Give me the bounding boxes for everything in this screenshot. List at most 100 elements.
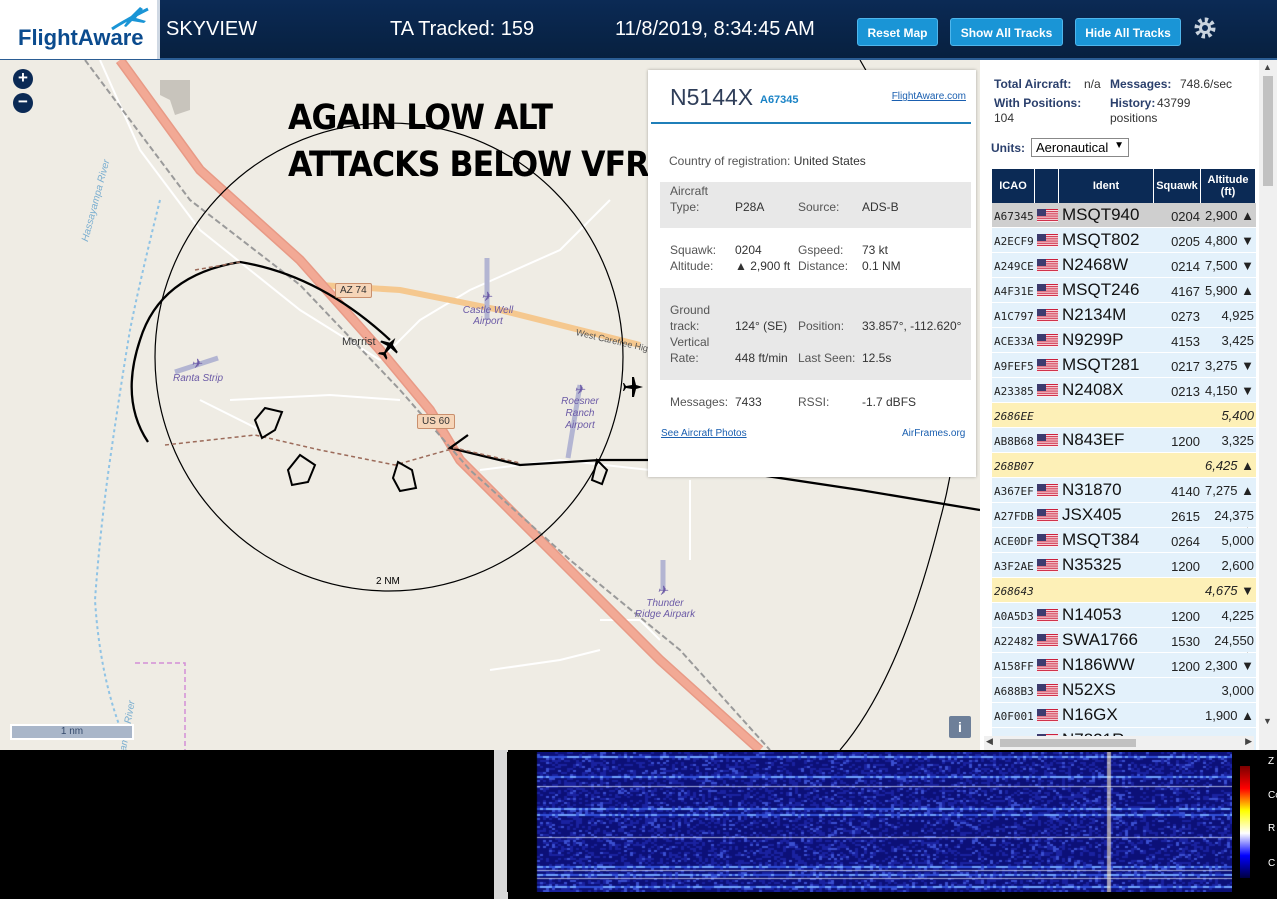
units-select[interactable]: Aeronautical ▼ xyxy=(1031,138,1129,157)
cell-icao: A22482 xyxy=(994,635,1034,648)
cell-squawk: 1200 xyxy=(1171,559,1200,574)
road-label-us60: US 60 xyxy=(417,414,455,429)
col-header-squawk[interactable]: Squawk xyxy=(1154,169,1201,203)
squawk-value: 0204 xyxy=(735,243,762,257)
rssi-label: RSSI: xyxy=(798,395,830,409)
aircraft-type-label: Type: xyxy=(670,200,700,214)
cell-altitude: 7,275 ▲ xyxy=(1204,483,1254,498)
us-flag-icon xyxy=(1037,509,1058,522)
horizontal-scrollbar[interactable]: ◀ ▶ xyxy=(984,736,1254,750)
vertical-scrollbar[interactable]: ▲ ▼ xyxy=(1259,60,1277,750)
cell-icao: A23385 xyxy=(994,385,1034,398)
scroll-right-icon[interactable]: ▶ xyxy=(1245,736,1252,747)
col-header-altitude-unit: (ft) xyxy=(1220,186,1236,198)
scroll-up-icon[interactable]: ▲ xyxy=(1263,62,1272,72)
flightaware-logo[interactable]: FlightAware xyxy=(0,0,160,59)
table-row[interactable]: AB8B68 N843EF 1200 3,325 xyxy=(992,428,1256,453)
waterfall-side-label: Z xyxy=(1268,756,1275,767)
hide-all-tracks-button[interactable]: Hide All Tracks xyxy=(1075,18,1181,46)
cell-icao: 268B07 xyxy=(994,460,1034,473)
col-header-ident[interactable]: Ident xyxy=(1059,169,1154,203)
table-row[interactable]: A249CE N2468W 0214 7,500 ▼ xyxy=(992,253,1256,278)
position-label: Position: xyxy=(798,319,845,333)
zoom-in-button[interactable]: + xyxy=(13,69,33,89)
messages-rate: 748.6/sec xyxy=(1180,77,1233,91)
cell-icao: 2686EE xyxy=(994,410,1034,423)
table-row[interactable]: A23385 N2408X 0213 4,150 ▼ xyxy=(992,378,1256,403)
cell-altitude: 5,400 xyxy=(1221,408,1254,423)
selected-aircraft-icon[interactable] xyxy=(378,334,400,360)
us-flag-icon xyxy=(1037,259,1058,272)
cell-altitude: 4,925 xyxy=(1221,308,1254,323)
country-value: United States xyxy=(793,154,866,168)
table-row[interactable]: A67345 MSQT940 0204 2,900 ▲ xyxy=(992,203,1256,228)
spectrum-waterfall xyxy=(507,752,1232,892)
table-row[interactable]: ACE0DF MSQT384 0264 5,000 xyxy=(992,528,1256,553)
show-all-tracks-button[interactable]: Show All Tracks xyxy=(950,18,1063,46)
table-row[interactable]: A0F001 N16GX 1,900 ▲ xyxy=(992,703,1256,728)
scrollbar-thumb[interactable] xyxy=(1263,76,1273,186)
table-row[interactable]: ACE33A N9299P 4153 3,425 xyxy=(992,328,1256,353)
info-button[interactable]: i xyxy=(949,716,971,738)
table-row[interactable]: A158FF N186WW 1200 2,300 ▼ xyxy=(992,653,1256,678)
us-flag-icon xyxy=(1037,684,1058,697)
cell-icao: 268643 xyxy=(994,585,1034,598)
cell-ident: SWA1766 xyxy=(1062,630,1138,649)
popup-ident: N5144X xyxy=(670,84,754,110)
scrollbar-thumb[interactable] xyxy=(1000,739,1136,747)
table-row[interactable]: A27FDBJSX405261524,375 ▲ xyxy=(992,503,1256,538)
reset-map-button[interactable]: Reset Map xyxy=(857,18,938,46)
aircraft-icon[interactable] xyxy=(622,376,644,398)
table-row[interactable]: A9FEF5 MSQT281 0217 3,275 ▼ xyxy=(992,353,1256,378)
waterfall-canvas xyxy=(507,752,1232,892)
panel-divider xyxy=(494,750,508,899)
place-label-line: Thunder xyxy=(646,598,684,609)
cell-ident: N52XS xyxy=(1062,680,1116,699)
scroll-left-icon[interactable]: ◀ xyxy=(986,736,993,747)
vrate-label: Vertical xyxy=(670,335,710,349)
cell-altitude: 1,900 ▲ xyxy=(1204,708,1254,723)
scroll-down-icon[interactable]: ▼ xyxy=(1263,716,1272,726)
table-row[interactable]: A2ECF9 MSQT802 0205 4,800 ▼ xyxy=(992,228,1256,253)
table-row[interactable]: A3F2AE N35325 1200 2,600 xyxy=(992,553,1256,578)
table-row[interactable]: A688B3 N52XS 3,000 xyxy=(992,678,1256,703)
units-label: Units: xyxy=(991,141,1025,155)
gear-icon[interactable] xyxy=(1192,15,1218,41)
cell-ident: MSQT802 xyxy=(1062,230,1140,249)
cell-icao: ACE33A xyxy=(994,335,1034,348)
cell-icao: A9FEF5 xyxy=(994,360,1034,373)
position-value: 33.857°, -112.620° xyxy=(862,319,962,333)
cell-squawk: 1200 xyxy=(1171,659,1200,674)
col-header-icao[interactable]: ICAO xyxy=(992,169,1035,203)
cell-ident: N2468W xyxy=(1062,255,1129,274)
cell-icao: A3F2AE xyxy=(994,560,1034,573)
cell-ident: N9299P xyxy=(1062,330,1124,349)
flightaware-link[interactable]: FlightAware.com xyxy=(892,91,966,102)
col-header-flag[interactable] xyxy=(1035,169,1059,203)
cell-ident: MSQT940 xyxy=(1062,205,1140,224)
zoom-out-button[interactable]: − xyxy=(13,93,33,113)
us-flag-icon xyxy=(1037,534,1058,547)
cell-altitude: 6,425 ▲ xyxy=(1204,458,1254,473)
cell-ident: N16GX xyxy=(1062,705,1118,724)
aircraft-photos-link[interactable]: See Aircraft Photos xyxy=(661,428,747,439)
waterfall-side-label: Co xyxy=(1268,790,1277,801)
top-bar: FlightAware SKYVIEW TA Tracked: 159 11/8… xyxy=(0,0,1277,60)
table-row[interactable]: 268B07 6,425 ▲ xyxy=(992,453,1256,478)
table-row[interactable]: A4F31E MSQT246 4167 5,900 ▲ xyxy=(992,278,1256,303)
cell-altitude: 3,325 xyxy=(1221,433,1254,448)
table-row[interactable]: 268643 4,675 ▼ xyxy=(992,578,1256,603)
table-row[interactable]: A1C797 N2134M 0273 4,925 xyxy=(992,303,1256,328)
cell-ident: N2408X xyxy=(1062,380,1124,399)
total-aircraft-label: Total Aircraft: xyxy=(994,77,1072,91)
cell-altitude: 4,150 ▼ xyxy=(1204,383,1254,398)
waterfall-side-label: R xyxy=(1268,823,1276,834)
table-row[interactable]: A367EF N31870 4140 7,275 ▲ xyxy=(992,478,1256,503)
rssi-value: -1.7 dBFS xyxy=(862,395,917,409)
col-header-altitude[interactable]: Altitude (ft) xyxy=(1201,169,1256,203)
table-row[interactable]: A22482SWA1766153024,550 ▲ xyxy=(992,628,1256,663)
track-value: 124° (SE) xyxy=(735,319,788,333)
airframes-link[interactable]: AirFrames.org xyxy=(902,428,965,439)
table-row[interactable]: 2686EE 5,400 xyxy=(992,403,1256,428)
table-row[interactable]: A0A5D3 N14053 1200 4,225 xyxy=(992,603,1256,628)
